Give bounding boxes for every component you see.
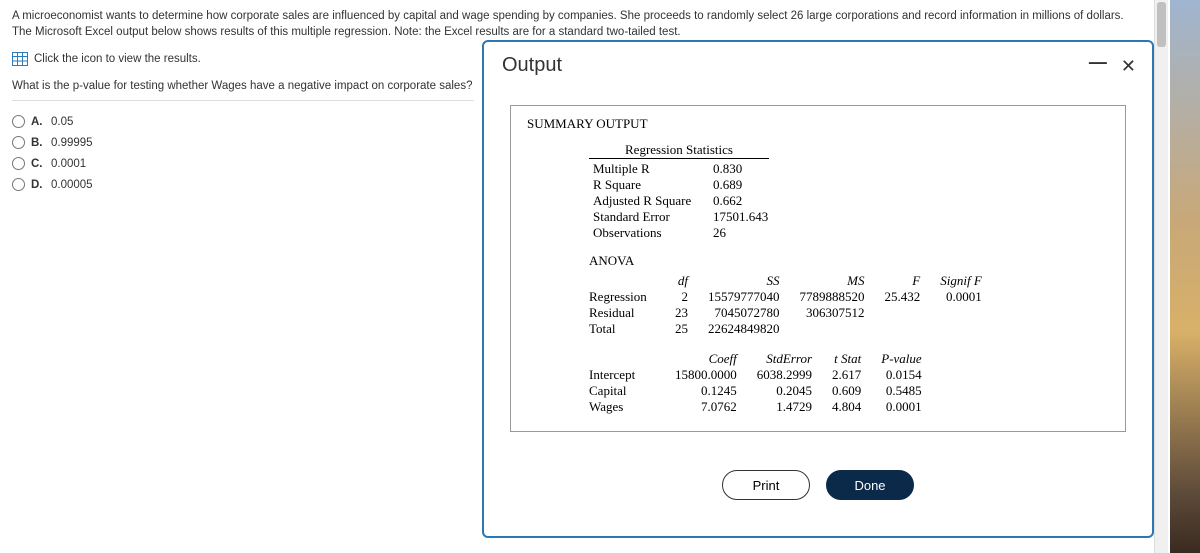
vertical-scrollbar[interactable] bbox=[1154, 0, 1168, 553]
radio-b[interactable] bbox=[12, 136, 25, 149]
summary-output-box: SUMMARY OUTPUT Regression Statistics Mul… bbox=[510, 105, 1126, 432]
choice-letter: C. bbox=[31, 158, 45, 170]
table-header-row: df SS MS F Signif F bbox=[589, 273, 992, 289]
regression-statistics-table: Multiple R0.830 R Square0.689 Adjusted R… bbox=[589, 161, 779, 241]
table-row: Wages7.07621.47294.8040.0001 bbox=[589, 399, 932, 415]
print-button[interactable]: Print bbox=[722, 470, 810, 500]
table-header-row: Coeff StdError t Stat P-value bbox=[589, 351, 932, 367]
choice-text: 0.00005 bbox=[51, 179, 93, 191]
regression-statistics-header: Regression Statistics bbox=[589, 142, 769, 159]
table-row: Regression215579777040778988852025.4320.… bbox=[589, 289, 992, 305]
choice-text: 0.05 bbox=[51, 116, 73, 128]
view-results-link[interactable]: Click the icon to view the results. bbox=[34, 53, 201, 65]
coefficients-table: Coeff StdError t Stat P-value Intercept1… bbox=[589, 351, 932, 415]
table-row: Total2522624849820 bbox=[589, 321, 992, 337]
modal-header: Output — ✕ bbox=[484, 42, 1152, 85]
choice-letter: A. bbox=[31, 116, 45, 128]
table-row: Observations26 bbox=[589, 225, 779, 241]
radio-c[interactable] bbox=[12, 157, 25, 170]
minimize-icon[interactable]: — bbox=[1089, 53, 1107, 71]
table-row: R Square0.689 bbox=[589, 177, 779, 193]
scrollbar-thumb[interactable] bbox=[1157, 2, 1166, 47]
table-row: Capital0.12450.20450.6090.5485 bbox=[589, 383, 932, 399]
summary-output-label: SUMMARY OUTPUT bbox=[527, 116, 1109, 132]
anova-table: df SS MS F Signif F Regression2155797770… bbox=[589, 273, 992, 337]
divider bbox=[12, 100, 474, 101]
table-row: Multiple R0.830 bbox=[589, 161, 779, 177]
modal-title: Output bbox=[502, 54, 562, 77]
table-icon[interactable] bbox=[12, 52, 28, 66]
desktop-background-strip bbox=[1170, 0, 1200, 553]
table-row: Standard Error17501.643 bbox=[589, 209, 779, 225]
anova-label: ANOVA bbox=[589, 253, 1109, 269]
modal-footer: Print Done bbox=[484, 470, 1152, 500]
radio-d[interactable] bbox=[12, 178, 25, 191]
table-row: Residual237045072780306307512 bbox=[589, 305, 992, 321]
choice-letter: B. bbox=[31, 137, 45, 149]
done-button[interactable]: Done bbox=[826, 470, 914, 500]
choice-letter: D. bbox=[31, 179, 45, 191]
radio-a[interactable] bbox=[12, 115, 25, 128]
table-row: Intercept15800.00006038.29992.6170.0154 bbox=[589, 367, 932, 383]
output-modal: Output — ✕ SUMMARY OUTPUT Regression Sta… bbox=[482, 40, 1154, 538]
choice-text: 0.99995 bbox=[51, 137, 93, 149]
close-icon[interactable]: ✕ bbox=[1121, 57, 1136, 75]
table-row: Adjusted R Square0.662 bbox=[589, 193, 779, 209]
choice-text: 0.0001 bbox=[51, 158, 86, 170]
intro-text: A microeconomist wants to determine how … bbox=[12, 8, 1140, 40]
